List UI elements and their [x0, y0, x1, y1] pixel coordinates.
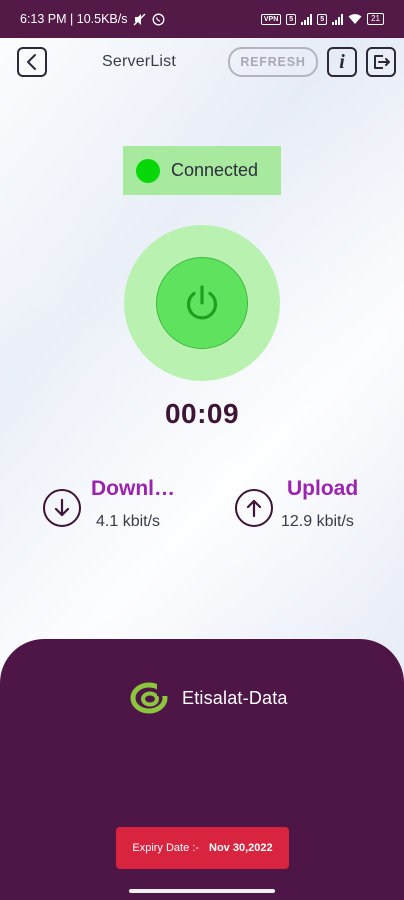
- vpn-badge: VPN: [260, 13, 282, 25]
- expiry-date: Nov 30,2022: [209, 842, 273, 854]
- upload-icon: [235, 489, 273, 527]
- logout-icon: [374, 55, 390, 69]
- server-name: Etisalat-Data: [182, 687, 288, 708]
- etisalat-logo-icon: [130, 682, 169, 714]
- signal-icon-2: [332, 13, 344, 25]
- server-list-link[interactable]: ServerList: [102, 53, 176, 71]
- expiry-badge: Expiry Date :- Nov 30,2022: [116, 827, 289, 869]
- expiry-label: Expiry Date :-: [132, 842, 200, 854]
- upload-speed: 12.9 kbit/s: [281, 513, 354, 530]
- logout-button[interactable]: [366, 47, 396, 77]
- selected-server[interactable]: Etisalat-Data: [128, 680, 288, 716]
- power-button[interactable]: [156, 257, 248, 349]
- sim-badge-1: 5: [286, 13, 297, 25]
- status-right: VPN 5 5 21: [260, 13, 384, 25]
- signal-icon-1: [301, 13, 313, 25]
- back-button[interactable]: [17, 47, 47, 77]
- top-bar: ServerList REFRESH i: [0, 46, 404, 78]
- status-left: 6:13 PM | 10.5KB/s: [20, 12, 165, 26]
- whatsapp-icon: [153, 13, 165, 25]
- wifi-icon: [348, 14, 362, 24]
- chevron-left-icon: [27, 54, 36, 70]
- download-label: Downl…: [91, 477, 175, 500]
- refresh-button[interactable]: REFRESH: [228, 47, 318, 77]
- power-icon: [186, 285, 218, 320]
- home-indicator: [129, 889, 275, 893]
- connection-timer: 00:09: [164, 398, 240, 429]
- connection-status-badge: Connected: [123, 146, 281, 195]
- status-time: 6:13 PM | 10.5KB/s: [20, 12, 128, 26]
- status-dot: [136, 158, 160, 183]
- sim-badge-2: 5: [317, 13, 328, 25]
- mute-icon: [133, 13, 146, 25]
- info-icon: i: [339, 50, 345, 73]
- download-speed: 4.1 kbit/s: [96, 513, 161, 530]
- info-button[interactable]: i: [327, 47, 357, 77]
- battery-icon: 21: [367, 13, 384, 25]
- connection-status-text: Connected: [171, 160, 259, 180]
- download-icon: [43, 489, 81, 527]
- status-bar: 6:13 PM | 10.5KB/s VPN 5 5 21: [0, 0, 404, 38]
- upload-label: Upload: [287, 477, 359, 500]
- power-button-halo: [124, 225, 280, 381]
